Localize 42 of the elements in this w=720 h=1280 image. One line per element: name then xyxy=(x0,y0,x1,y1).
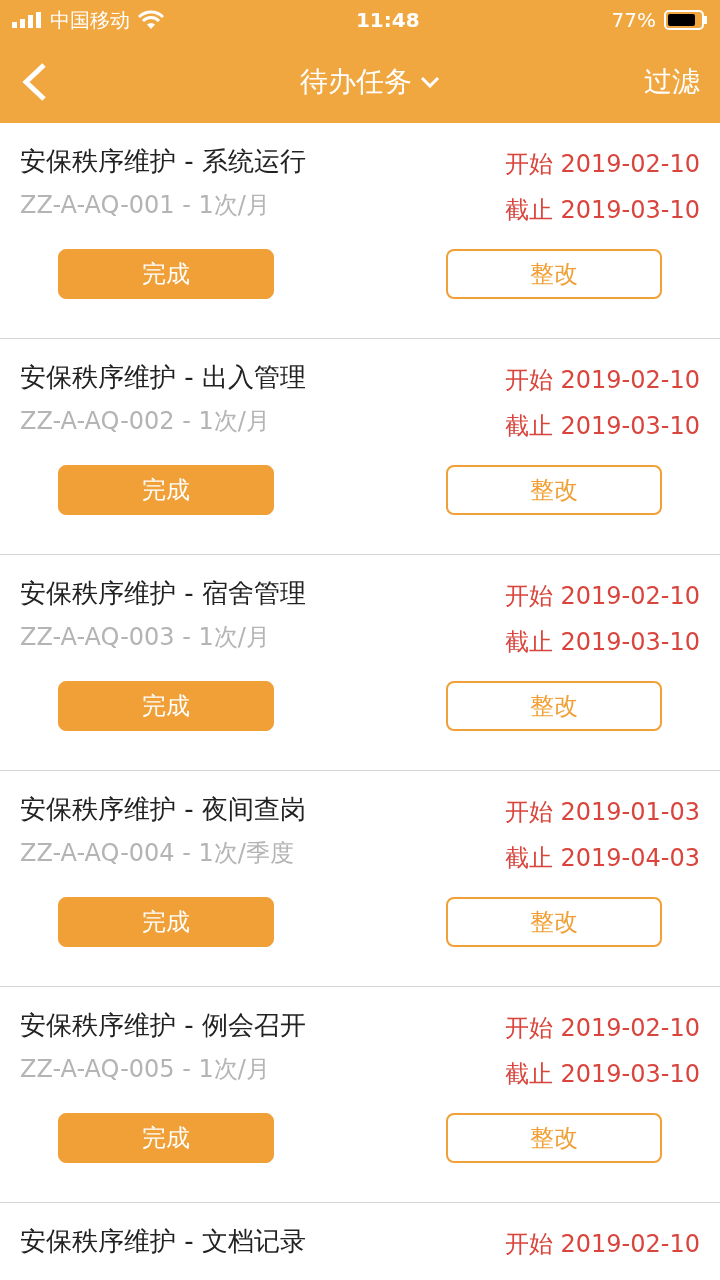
task-code: ZZ-A-AQ-001 - 1次/月 xyxy=(20,190,271,221)
rectify-button[interactable]: 整改 xyxy=(446,897,662,947)
battery-percent: 77% xyxy=(611,7,656,34)
wifi-icon xyxy=(138,10,164,30)
filter-button[interactable]: 过滤 xyxy=(644,60,700,103)
back-icon[interactable] xyxy=(20,61,48,102)
task-code: ZZ-A-AQ-002 - 1次/月 xyxy=(20,406,271,437)
complete-button[interactable]: 完成 xyxy=(58,249,274,299)
complete-button[interactable]: 完成 xyxy=(58,1113,274,1163)
rectify-button[interactable]: 整改 xyxy=(446,681,662,731)
start-date: 开始 2019-02-10 xyxy=(504,581,700,612)
start-date: 开始 2019-01-03 xyxy=(504,797,700,828)
rectify-button[interactable]: 整改 xyxy=(446,465,662,515)
clock-time: 11:48 xyxy=(355,7,420,34)
complete-button[interactable]: 完成 xyxy=(58,897,274,947)
due-date: 截止 2019-03-10 xyxy=(504,195,700,226)
due-date: 截止 2019-03-10 xyxy=(504,1059,700,1090)
start-date: 开始 2019-02-10 xyxy=(504,365,700,396)
task-code: ZZ-A-AQ-003 - 1次/月 xyxy=(20,622,271,653)
chevron-down-icon[interactable] xyxy=(420,75,440,88)
signal-icon xyxy=(12,12,42,28)
task-title: 安保秩序维护 - 宿舍管理 xyxy=(20,577,306,610)
page-title[interactable]: 待办任务 xyxy=(300,60,412,103)
task-code: ZZ-A-AQ-004 - 1次/季度 xyxy=(20,838,295,869)
task-title: 安保秩序维护 - 夜间查岗 xyxy=(20,793,306,826)
due-date: 截止 2019-03-10 xyxy=(504,411,700,442)
start-date: 开始 2019-02-10 xyxy=(504,149,700,180)
carrier-name: 中国移动 xyxy=(50,7,130,34)
start-date: 开始 2019-02-10 xyxy=(504,1229,700,1260)
due-date: 截止 2019-03-10 xyxy=(504,627,700,658)
complete-button[interactable]: 完成 xyxy=(58,681,274,731)
rectify-button[interactable]: 整改 xyxy=(446,1113,662,1163)
start-date: 开始 2019-02-10 xyxy=(504,1013,700,1044)
task-title: 安保秩序维护 - 例会召开 xyxy=(20,1009,306,1042)
complete-button[interactable]: 完成 xyxy=(58,465,274,515)
battery-icon xyxy=(664,10,708,30)
task-title: 安保秩序维护 - 系统运行 xyxy=(20,145,306,178)
task-title: 安保秩序维护 - 出入管理 xyxy=(20,361,306,394)
task-title: 安保秩序维护 - 文档记录 xyxy=(20,1225,306,1258)
rectify-button[interactable]: 整改 xyxy=(446,249,662,299)
due-date: 截止 2019-04-03 xyxy=(504,843,700,874)
task-code: ZZ-A-AQ-005 - 1次/月 xyxy=(20,1054,271,1085)
